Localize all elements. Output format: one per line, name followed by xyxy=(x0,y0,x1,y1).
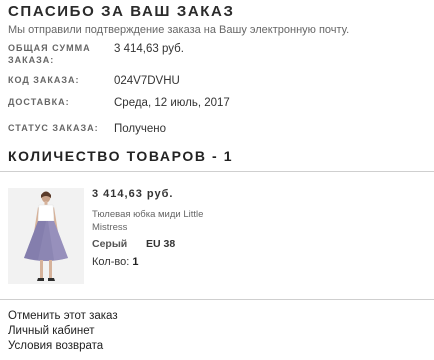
delivery-label: ДОСТАВКА: xyxy=(8,97,70,107)
status-label: СТАТУС ЗАКАЗА: xyxy=(8,123,99,133)
order-code-value: 024V7DVHU xyxy=(114,75,180,87)
product-price: 3 414,63 руб. xyxy=(92,188,174,200)
quantity-label: Кол-во: xyxy=(92,256,130,268)
product-photo-skirt[interactable] xyxy=(8,188,84,284)
page-title: СПАСИБО ЗА ВАШ ЗАКАЗ xyxy=(8,3,235,20)
order-code-label: КОД ЗАКАЗА: xyxy=(8,75,80,85)
items-count-heading: КОЛИЧЕСТВО ТОВАРОВ - 1 xyxy=(8,148,234,164)
return-policy-link[interactable]: Условия возврата xyxy=(8,340,103,352)
product-quantity: Кол-во: 1 xyxy=(92,256,138,268)
status-value: Получено xyxy=(114,123,167,135)
cancel-order-link[interactable]: Отменить этот заказ xyxy=(8,310,118,322)
delivery-value: Среда, 12 июль, 2017 xyxy=(114,97,230,109)
quantity-value: 1 xyxy=(132,256,139,268)
section-divider xyxy=(0,171,434,172)
product-photo-skirt-icon xyxy=(8,188,84,284)
confirmation-subtitle: Мы отправили подтверждение заказа на Ваш… xyxy=(8,24,350,36)
total-value: 3 414,63 руб. xyxy=(114,43,184,55)
product-name-link[interactable]: Тюлевая юбка миди Little Mistress xyxy=(92,208,232,234)
account-link[interactable]: Личный кабинет xyxy=(8,325,95,337)
total-label: ОБЩАЯ СУММА ЗАКАЗА: xyxy=(8,43,91,65)
product-size: EU 38 xyxy=(146,238,176,250)
product-color: Серый xyxy=(92,238,128,250)
links-divider xyxy=(0,299,434,300)
